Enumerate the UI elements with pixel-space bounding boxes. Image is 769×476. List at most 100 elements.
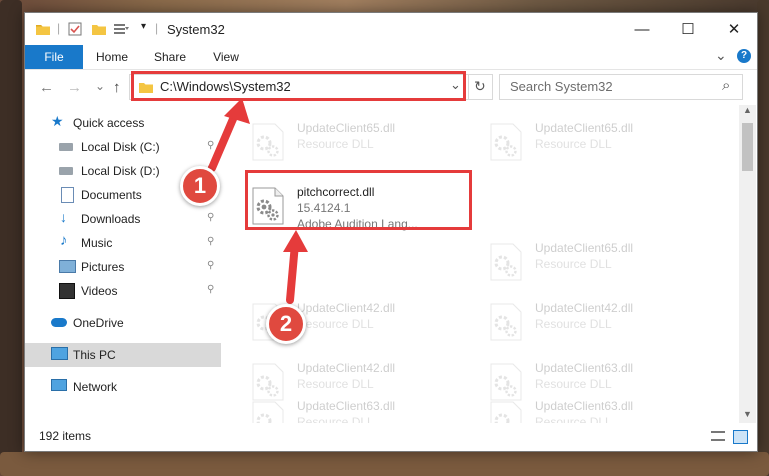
title-separator: | <box>57 21 61 35</box>
tab-share[interactable]: Share <box>145 45 195 69</box>
file-type: Resource DLL <box>535 137 612 151</box>
back-button[interactable]: ← <box>39 79 54 96</box>
search-icon[interactable]: ⌕ <box>722 77 730 94</box>
pin-icon: ⚲ <box>207 212 215 223</box>
file-name: UpdateClient65.dll <box>535 121 634 135</box>
close-button[interactable]: ✕ <box>711 13 757 45</box>
title-bar: | ▾ | System32 — ☐ ✕ <box>25 13 757 45</box>
dll-gear-icon <box>252 401 284 423</box>
file-name: UpdateClient63.dll <box>535 361 634 375</box>
file-type: Resource DLL <box>535 415 612 423</box>
sidebar-item-downloads[interactable]: ↓ Downloads ⚲ <box>25 207 221 231</box>
file-type: Resource DLL <box>297 377 374 391</box>
background-ground <box>0 452 769 476</box>
pin-icon: ⚲ <box>207 140 215 151</box>
file-name: UpdateClient42.dll <box>297 301 396 315</box>
download-icon: ↓ <box>60 209 67 225</box>
dll-gear-icon <box>490 401 522 423</box>
file-name: UpdateClient65.dll <box>297 121 396 135</box>
recent-locations-button[interactable]: ⌄ <box>95 79 105 93</box>
toolbar-dropdown-icon[interactable]: ▾ <box>141 21 146 32</box>
window-title: System32 <box>167 22 225 37</box>
properties-icon[interactable] <box>67 21 83 37</box>
file-name: UpdateClient63.dll <box>535 399 634 413</box>
sidebar-item-label: Videos <box>81 284 118 298</box>
picture-icon <box>59 260 76 273</box>
sidebar-item-label: Music <box>81 236 113 250</box>
sidebar-item-label: Local Disk (D:) <box>81 164 160 178</box>
sidebar-item-label: This PC <box>73 348 116 362</box>
status-bar: 192 items <box>25 425 757 451</box>
file-type: Resource DLL <box>297 415 374 423</box>
drive-icon <box>59 167 73 175</box>
dll-gear-icon <box>490 363 522 401</box>
file-item[interactable]: UpdateClient65.dll Resource DLL <box>485 119 711 171</box>
new-folder-icon[interactable] <box>91 21 107 37</box>
pin-icon: ⚲ <box>207 236 215 247</box>
pin-icon: ⚲ <box>207 260 215 271</box>
tab-file[interactable]: File <box>25 45 83 69</box>
folder-icon <box>36 25 50 35</box>
sidebar-item-label: OneDrive <box>73 316 124 330</box>
expand-ribbon-icon[interactable]: ⌄ <box>715 47 727 64</box>
sidebar-item-pictures[interactable]: Pictures ⚲ <box>25 255 221 279</box>
network-icon <box>51 379 67 391</box>
refresh-button[interactable]: ↻ <box>474 78 486 95</box>
step-2-badge: 2 <box>266 304 306 344</box>
dll-gear-icon <box>490 123 522 161</box>
sidebar-item-label: Pictures <box>81 260 125 274</box>
file-item[interactable]: UpdateClient63.dll Resource DLL <box>485 397 711 423</box>
ribbon-tabs: File Home Share View ⌄ ? <box>25 45 757 70</box>
sidebar-item-label: Downloads <box>81 212 141 226</box>
sidebar-item-onedrive[interactable]: OneDrive <box>25 311 221 335</box>
sidebar-item-network[interactable]: Network <box>25 375 221 399</box>
sidebar-item-videos[interactable]: Videos ⚲ <box>25 279 221 303</box>
document-icon <box>61 187 74 203</box>
dll-gear-icon <box>252 123 284 161</box>
vertical-scrollbar[interactable]: ▲ ▼ <box>739 105 756 423</box>
star-icon: ★ <box>51 113 64 129</box>
cloud-icon <box>51 318 67 327</box>
item-count: 192 items <box>39 429 92 443</box>
customize-toolbar-icon[interactable] <box>113 21 129 37</box>
search-box[interactable]: Search System32 ⌕ <box>499 74 743 100</box>
file-item[interactable]: UpdateClient65.dll Resource DLL <box>247 119 473 171</box>
file-name: UpdateClient42.dll <box>297 361 396 375</box>
pin-icon: ⚲ <box>207 284 215 295</box>
details-view-icon[interactable] <box>711 431 725 441</box>
file-highlight-box <box>245 170 472 230</box>
scroll-down-icon[interactable]: ▼ <box>743 409 752 419</box>
video-icon <box>59 283 75 299</box>
file-type: Resource DLL <box>297 137 374 151</box>
forward-button[interactable]: → <box>67 79 82 96</box>
file-name: UpdateClient42.dll <box>535 301 634 315</box>
large-icons-view-icon[interactable] <box>733 430 748 444</box>
sidebar-item-quick-access[interactable]: ★ Quick access <box>25 111 221 135</box>
help-icon[interactable]: ? <box>737 49 751 63</box>
address-highlight-box <box>131 71 466 101</box>
drive-icon <box>59 143 73 151</box>
sidebar-item-this-pc[interactable]: This PC <box>25 343 221 367</box>
background-tree <box>0 0 22 476</box>
sidebar-item-music[interactable]: ♪ Music ⚲ <box>25 231 221 255</box>
file-list: pitchcorrect.dll 15.4124.1 Adobe Auditio… <box>221 105 739 423</box>
music-icon: ♪ <box>60 232 68 249</box>
up-button[interactable]: ↑ <box>113 79 121 96</box>
minimize-button[interactable]: — <box>619 13 665 45</box>
computer-icon <box>51 347 68 360</box>
search-placeholder: Search System32 <box>510 79 613 94</box>
tab-view[interactable]: View <box>201 45 251 69</box>
file-type: Resource DLL <box>535 257 612 271</box>
sidebar-item-local-disk-c[interactable]: Local Disk (C:) ⚲ <box>25 135 221 159</box>
scrollbar-thumb[interactable] <box>742 123 753 171</box>
scroll-up-icon[interactable]: ▲ <box>743 105 752 115</box>
file-item[interactable]: UpdateClient65.dll Resource DLL <box>485 239 711 291</box>
file-item[interactable]: UpdateClient63.dll Resource DLL <box>247 397 473 423</box>
file-item[interactable]: UpdateClient42.dll Resource DLL <box>485 299 711 351</box>
sidebar-item-label: Quick access <box>73 116 145 130</box>
tab-home[interactable]: Home <box>87 45 137 69</box>
file-name: UpdateClient65.dll <box>535 241 634 255</box>
maximize-button[interactable]: ☐ <box>665 13 711 45</box>
sidebar-item-label: Local Disk (C:) <box>81 140 160 154</box>
file-type: Resource DLL <box>535 377 612 391</box>
